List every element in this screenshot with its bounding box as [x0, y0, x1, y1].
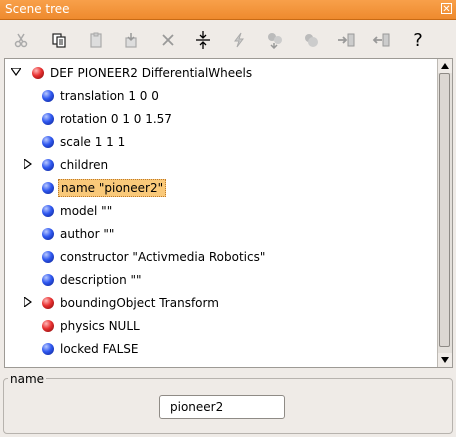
tree-row-author[interactable]: author "": [42, 223, 116, 245]
tree-row-label-selected: name "pioneer2": [58, 179, 167, 197]
tree-row-model[interactable]: model "": [42, 200, 114, 222]
export-icon: [305, 34, 318, 47]
tree-row-physics[interactable]: physics NULL: [42, 315, 142, 337]
field-icon: [42, 90, 54, 102]
window-titlebar[interactable]: Scene tree ✕: [0, 0, 456, 20]
field-icon: [42, 251, 54, 263]
cut-button[interactable]: [8, 27, 34, 53]
help-icon: ?: [413, 29, 423, 51]
tree-row-label: children: [60, 158, 109, 172]
node-icon: [32, 67, 44, 79]
reset-button[interactable]: [226, 27, 252, 53]
copy-button[interactable]: [46, 27, 72, 53]
tree-row-rotation[interactable]: rotation 0 1 0 1.57: [42, 108, 174, 130]
tree-row-boundingobject[interactable]: boundingObject Transform: [42, 292, 221, 314]
scroll-down-button[interactable]: [438, 353, 452, 367]
tree-row-label: description "": [60, 273, 142, 287]
cut-icon: [14, 33, 28, 48]
tree-row-children[interactable]: children: [42, 154, 110, 176]
field-icon: [42, 274, 54, 286]
scroll-up-button[interactable]: [438, 59, 452, 73]
help-button[interactable]: ?: [405, 27, 431, 53]
paste-button[interactable]: [83, 27, 109, 53]
field-icon: [42, 182, 54, 194]
tree-row-label: translation 1 0 0: [60, 89, 159, 103]
insert-after-button[interactable]: [118, 27, 144, 53]
tree-row-label: boundingObject Transform: [60, 296, 219, 310]
expand-root-icon[interactable]: [11, 67, 21, 77]
expand-boundingobject-icon[interactable]: [23, 297, 33, 307]
import2-icon: [372, 33, 390, 47]
field-icon: [42, 228, 54, 240]
tree-row-label: constructor "Activmedia Robotics": [60, 250, 266, 264]
tree-row-label: author "": [60, 227, 115, 241]
paste-icon: [90, 32, 102, 48]
field-editor-title: name: [8, 372, 47, 386]
tree-row-label: rotation 0 1 0 1.57: [60, 112, 172, 126]
tree-row-label: model "": [60, 204, 113, 218]
delete-icon: [162, 34, 174, 46]
expand-children-icon[interactable]: [23, 159, 33, 169]
transform-icon: [268, 33, 282, 49]
vertical-scrollbar[interactable]: [437, 59, 452, 367]
field-icon: [42, 113, 54, 125]
field-icon: [42, 205, 54, 217]
node-icon: [42, 297, 54, 309]
delete-button[interactable]: [155, 27, 181, 53]
field-editor-group: [3, 378, 453, 434]
toolbar: ?: [0, 20, 456, 58]
tree-row-locked[interactable]: locked FALSE: [42, 338, 141, 360]
field-icon: [42, 136, 54, 148]
copy-icon: [52, 33, 66, 48]
tree-row-constructor[interactable]: constructor "Activmedia Robotics": [42, 246, 267, 268]
tree-row-name[interactable]: name "pioneer2": [42, 177, 167, 199]
tree-root-row[interactable]: DEF PIONEER2 DifferentialWheels: [32, 62, 254, 84]
tree-row-scale[interactable]: scale 1 1 1: [42, 131, 127, 153]
arrow-down-icon: [441, 357, 449, 363]
tree-row-label: scale 1 1 1: [60, 135, 126, 149]
insert-after-icon: [125, 33, 137, 48]
tree-row-label: physics NULL: [60, 319, 140, 333]
close-icon[interactable]: ✕: [441, 3, 452, 15]
reset-icon: [234, 32, 244, 48]
field-icon: [42, 343, 54, 355]
import2-button[interactable]: [368, 27, 394, 53]
tree-root-label: DEF PIONEER2 DifferentialWheels: [50, 66, 253, 80]
transform-button[interactable]: [262, 27, 288, 53]
scroll-thumb[interactable]: [439, 73, 450, 347]
node-icon: [42, 320, 54, 332]
import-button[interactable]: [333, 27, 359, 53]
export-button[interactable]: [298, 27, 324, 53]
tree-row-translation[interactable]: translation 1 0 0: [42, 85, 161, 107]
tree-row-description[interactable]: description "": [42, 269, 144, 291]
name-field[interactable]: [159, 395, 285, 419]
collapse-icon: [196, 31, 210, 49]
arrow-up-icon: [441, 63, 449, 69]
import-icon: [338, 33, 355, 47]
field-icon: [42, 159, 54, 171]
window-title: Scene tree: [5, 2, 70, 16]
collapse-button[interactable]: [190, 27, 216, 53]
scene-tree[interactable]: DEF PIONEER2 DifferentialWheels translat…: [4, 58, 453, 368]
tree-row-label: locked FALSE: [60, 342, 139, 356]
